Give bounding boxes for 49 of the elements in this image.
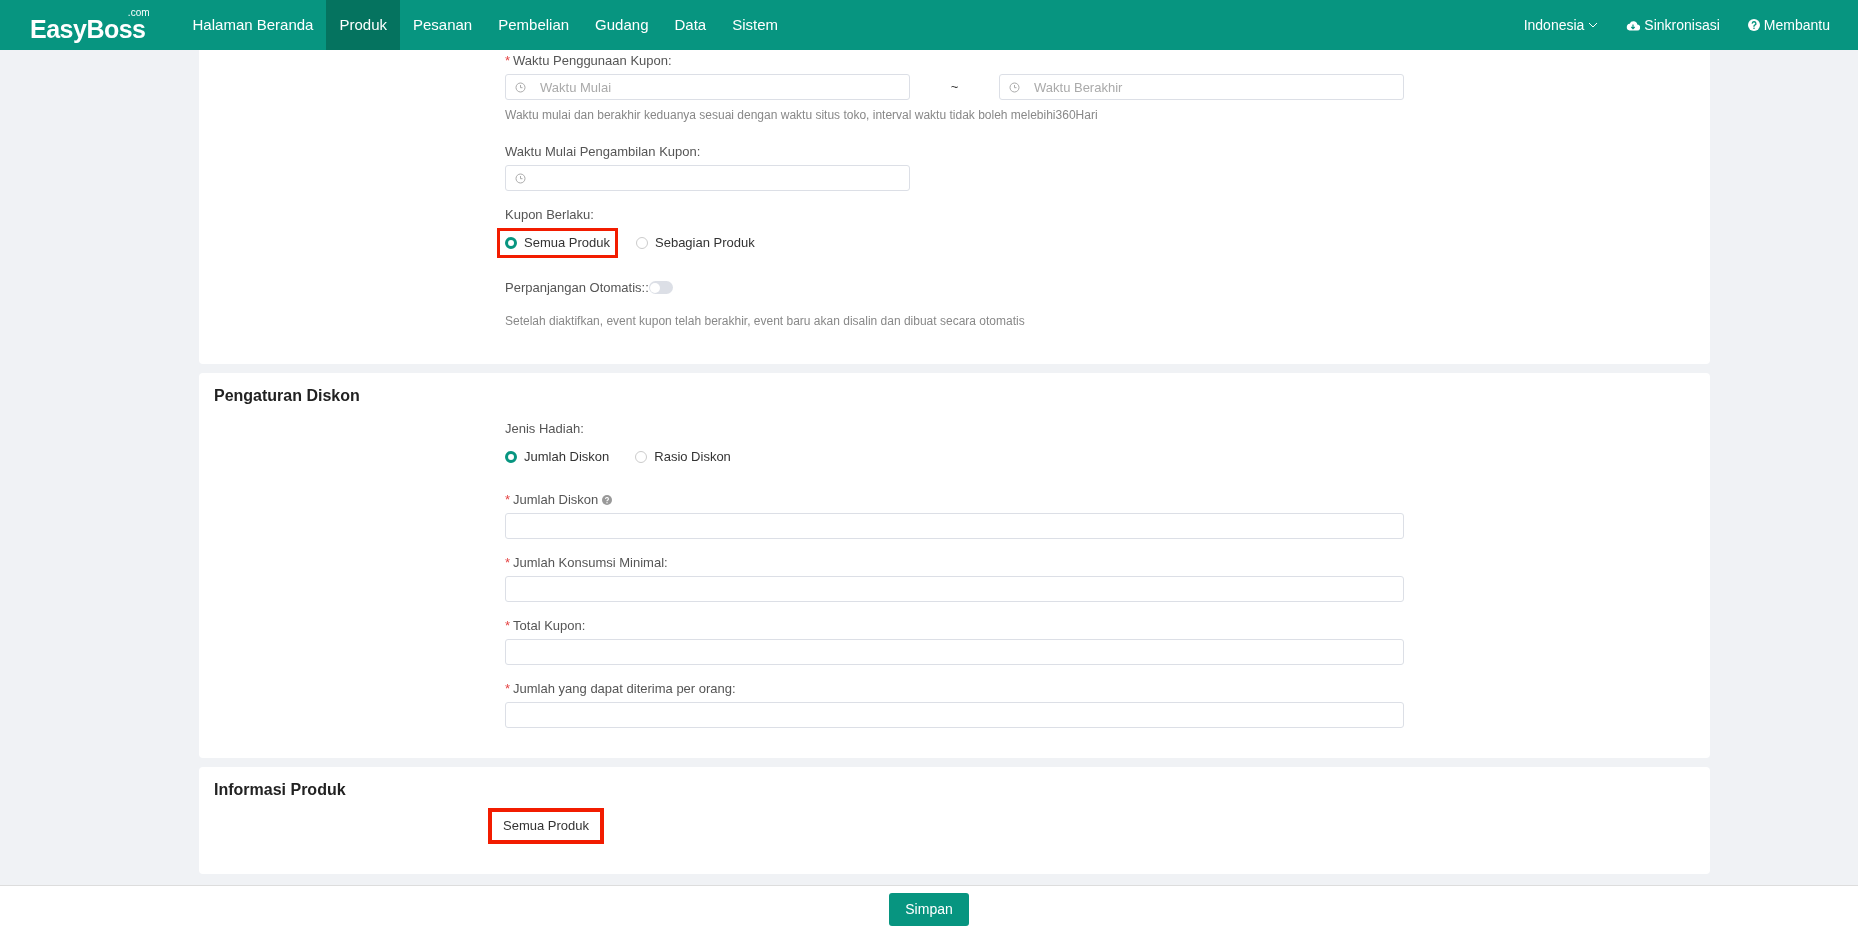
input-field[interactable] <box>505 165 910 191</box>
input-field[interactable] <box>505 512 1404 539</box>
required-mark: * <box>505 491 511 508</box>
range-separator: ~ <box>949 78 960 97</box>
input-field[interactable] <box>505 638 1404 665</box>
help-link[interactable]: Membantu <box>1747 14 1830 36</box>
product-scope-text: Semua Produk <box>488 807 604 844</box>
input-field[interactable]: Waktu Mulai <box>505 74 910 100</box>
field-label: Jenis Hadiah: <box>505 420 584 437</box>
nav-tab[interactable]: Produk <box>326 0 400 50</box>
nav-tab[interactable]: Gudang <box>582 0 662 50</box>
toggle-switch[interactable] <box>648 281 673 295</box>
help-icon <box>1747 19 1760 31</box>
field-label: Jumlah yang dapat diterima per orang: <box>513 680 736 697</box>
input-field[interactable] <box>505 575 1404 602</box>
radio-option[interactable]: Rasio Diskon <box>627 441 739 472</box>
radio-option[interactable]: Sebagian Produk <box>628 228 763 258</box>
nav-tab[interactable]: Pesanan <box>400 0 486 50</box>
field-label: Waktu Penggunaan Kupon: <box>513 53 672 69</box>
input-field[interactable]: Waktu Berakhir <box>999 74 1404 100</box>
input-field[interactable] <box>505 701 1404 728</box>
sync-link[interactable]: Sinkronisasi <box>1626 14 1720 36</box>
required-mark: * <box>505 554 511 571</box>
field-label: Jumlah Konsumsi Minimal: <box>513 554 668 571</box>
nav-tab[interactable]: Halaman Beranda <box>179 0 327 50</box>
clock-icon <box>515 81 526 93</box>
section-title: Informasi Produk <box>214 779 347 800</box>
required-mark: * <box>505 617 511 634</box>
nav-tab[interactable]: Sistem <box>719 0 791 50</box>
hint-text: Waktu mulai dan berakhir keduanya sesuai dengan waktu situs toko, interval waktu tidak boleh melebihi360Hari <box>505 108 1099 122</box>
field-label: Kupon Berlaku: <box>505 207 594 223</box>
field-label: Perpanjangan Otomatis:: <box>505 279 649 297</box>
save-button[interactable]: Simpan <box>889 893 969 926</box>
radio-option[interactable]: Jumlah Diskon <box>497 441 618 472</box>
language-dropdown[interactable]: Indonesia <box>1523 14 1599 36</box>
field-label: Jumlah Diskon <box>513 491 599 508</box>
field-label: Total Kupon: <box>513 617 586 634</box>
field-label: Waktu Mulai Pengambilan Kupon: <box>505 144 701 160</box>
required-mark: * <box>505 680 511 697</box>
cloud-download-icon <box>1626 19 1641 31</box>
chevron-down-icon <box>1588 22 1599 28</box>
hint-text: Setelah diaktifkan, event kupon telah berakhir, event baru akan disalin dan dibuat secara otomatis <box>505 313 1026 328</box>
clock-icon <box>515 172 526 184</box>
required-mark: * <box>505 53 511 69</box>
nav-tab[interactable]: Data <box>661 0 720 50</box>
section-title: Pengaturan Diskon <box>214 385 361 406</box>
nav-tab[interactable]: Pembelian <box>485 0 583 50</box>
clock-icon <box>1009 81 1020 93</box>
radio-option[interactable]: Semua Produk <box>497 228 618 258</box>
